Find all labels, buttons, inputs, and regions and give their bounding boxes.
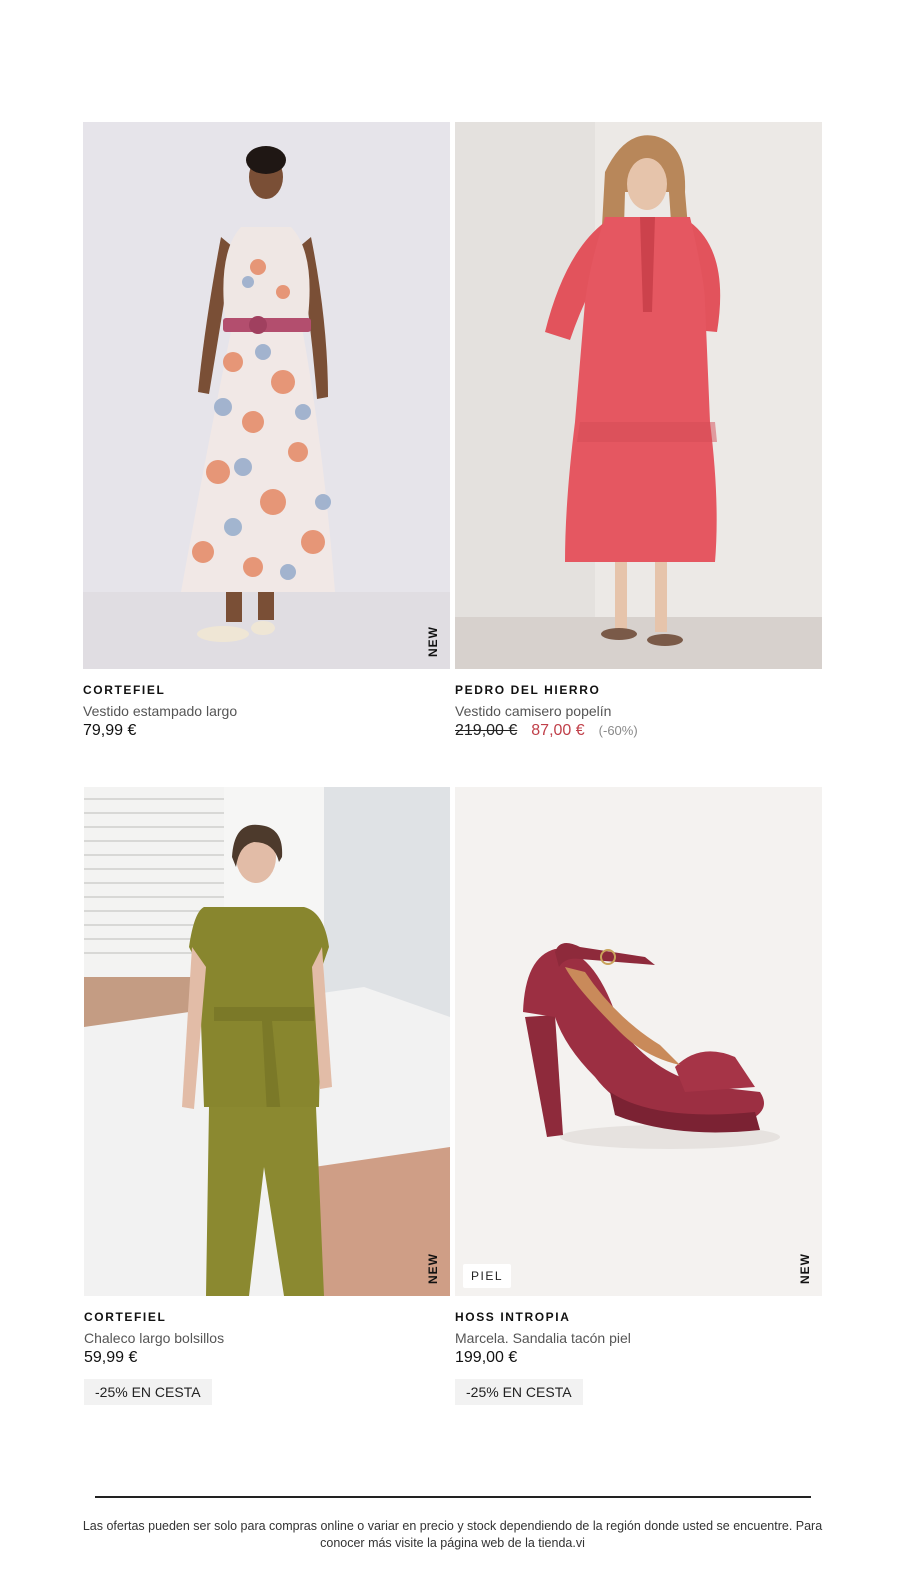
product-name[interactable]: Chaleco largo bolsillos: [84, 1330, 451, 1346]
product-card-1[interactable]: NEW CORTEFIEL Vestido estampado largo 79…: [83, 122, 450, 740]
product-brand: CORTEFIEL: [83, 683, 166, 697]
product-discount: (-60%): [598, 723, 638, 738]
product-card-4[interactable]: PIEL NEW HOSS INTROPIA Marcela. Sandalia…: [455, 787, 822, 1405]
material-tag: PIEL: [463, 1264, 512, 1288]
product-card-2[interactable]: PEDRO DEL HIERRO Vestido camisero popelí…: [455, 122, 822, 740]
product-sale-price: 87,00 €: [531, 722, 585, 739]
product-image-3[interactable]: NEW: [84, 787, 450, 1296]
product-price: 59,99 €: [84, 1349, 138, 1366]
new-badge: NEW: [798, 1253, 812, 1284]
product-brand: CORTEFIEL: [84, 1310, 167, 1324]
product-image-4[interactable]: PIEL NEW: [455, 787, 822, 1296]
product-price: 199,00 €: [455, 1349, 518, 1366]
product-name[interactable]: Marcela. Sandalia tacón piel: [455, 1330, 822, 1346]
product-old-price: 219,00 €: [455, 722, 518, 739]
new-badge: NEW: [426, 626, 440, 657]
product-image-1[interactable]: NEW: [83, 122, 450, 669]
promo-badge: -25% EN CESTA: [455, 1379, 583, 1405]
new-badge: NEW: [426, 1253, 440, 1284]
product-brand: HOSS INTROPIA: [455, 1310, 571, 1324]
product-name[interactable]: Vestido estampado largo: [83, 703, 450, 719]
footer-divider: [95, 1496, 811, 1498]
product-image-2[interactable]: [455, 122, 822, 669]
product-card-3[interactable]: NEW CORTEFIEL Chaleco largo bolsillos 59…: [84, 787, 451, 1405]
footer-disclaimer: Las ofertas pueden ser solo para compras…: [82, 1519, 823, 1550]
promo-badge: -25% EN CESTA: [84, 1379, 212, 1405]
product-brand: PEDRO DEL HIERRO: [455, 683, 601, 697]
product-name[interactable]: Vestido camisero popelín: [455, 703, 822, 719]
product-price: 79,99 €: [83, 722, 137, 739]
